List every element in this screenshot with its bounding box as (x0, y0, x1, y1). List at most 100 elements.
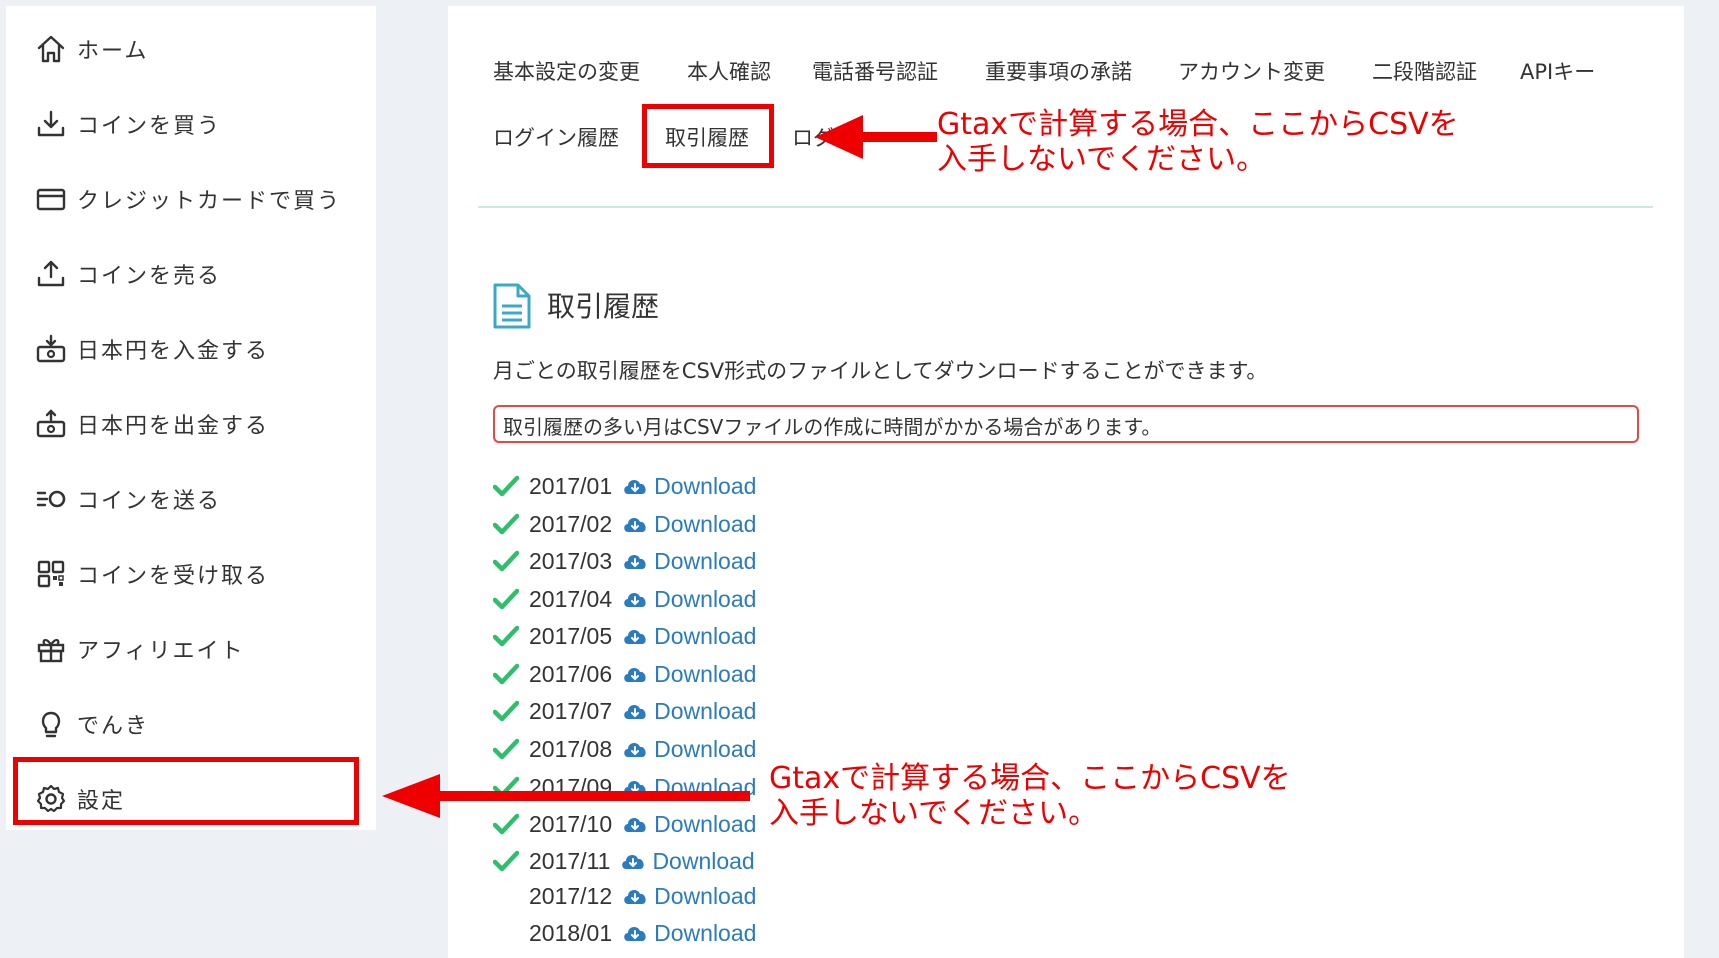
check-icon (493, 475, 519, 497)
cloud-download-icon (624, 927, 646, 941)
download-link[interactable]: Download (654, 473, 756, 500)
month-label: 2017/07 (529, 697, 613, 724)
download-icon (34, 107, 68, 141)
list-item: 2018/01 Download (493, 918, 756, 948)
sidebar-item-withdraw-jpy[interactable]: 日本円を出金する (6, 386, 376, 461)
download-link[interactable]: Download (654, 883, 756, 910)
settings-highlight-box (13, 757, 359, 825)
annotation-top: Gtaxで計算する場合、ここからCSVを 入手しないでください。 (937, 107, 1459, 177)
sidebar-item-label: でんき (77, 713, 150, 739)
sidebar-item-label: 日本円を入金する (77, 338, 270, 364)
list-item: 2017/02 Download (493, 509, 756, 539)
check-icon (493, 700, 519, 722)
upload-icon (34, 257, 68, 291)
cloud-download-icon (624, 593, 646, 607)
sidebar-item-label: 日本円を出金する (77, 413, 270, 439)
deposit-icon (34, 332, 68, 366)
tab-login-history[interactable]: ログイン履歴 (493, 122, 619, 152)
document-icon (493, 283, 531, 329)
month-label: 2017/08 (529, 735, 613, 762)
sidebar-item-receive-coin[interactable]: コインを受け取る (6, 536, 376, 611)
sidebar: ホーム コインを買う クレジットカードで買う コインを売る 日本円を入金する 日… (6, 6, 376, 830)
month-label: 2017/12 (529, 882, 613, 909)
month-label: 2017/03 (529, 547, 613, 574)
sidebar-item-label: ホーム (77, 38, 149, 64)
section-description: 月ごとの取引履歴をCSV形式のファイルとしてダウンロードすることができます。 (493, 359, 1268, 383)
tab-basic-settings[interactable]: 基本設定の変更 (493, 56, 640, 86)
annotation-line: 入手しないでください。 (769, 796, 1099, 831)
notice-box: 取引履歴の多い月はCSVファイルの作成に時間がかかる場合があります。 (493, 405, 1639, 443)
withdraw-icon (34, 407, 68, 441)
arrow-icon (815, 115, 937, 159)
list-item: 2017/12 Download (493, 881, 756, 911)
list-item: 2017/01 Download (493, 471, 756, 501)
list-item: 2017/07 Download (493, 696, 756, 726)
tab-two-factor[interactable]: 二段階認証 (1372, 56, 1477, 86)
sidebar-item-label: コインを送る (77, 488, 222, 514)
sidebar-item-deposit-jpy[interactable]: 日本円を入金する (6, 311, 376, 386)
download-link[interactable]: Download (652, 848, 754, 875)
sidebar-item-label: クレジットカードで買う (77, 188, 342, 214)
tab-phone-verification[interactable]: 電話番号認証 (812, 56, 938, 86)
sidebar-item-label: コインを受け取る (77, 563, 270, 589)
check-icon (493, 625, 519, 647)
cloud-download-icon (624, 743, 646, 757)
check-icon (493, 850, 519, 872)
sidebar-item-label: コインを売る (77, 263, 222, 289)
check-icon (493, 588, 519, 610)
annotation-line: 入手しないでください。 (937, 142, 1267, 177)
tab-account-change[interactable]: アカウント変更 (1178, 56, 1325, 86)
qr-code-icon (34, 557, 68, 591)
list-item: 2017/04 Download (493, 584, 756, 614)
month-label: 2017/11 (529, 847, 611, 874)
list-item: 2017/06 Download (493, 659, 756, 689)
sidebar-item-buy-coin[interactable]: コインを買う (6, 86, 376, 161)
page-title: 取引履歴 (547, 290, 660, 323)
month-label: 2017/02 (529, 510, 613, 537)
sidebar-item-affiliate[interactable]: アフィリエイト (6, 611, 376, 686)
cloud-download-icon (624, 705, 646, 719)
cloud-download-icon (624, 555, 646, 569)
check-icon (493, 738, 519, 760)
sidebar-item-credit-card[interactable]: クレジットカードで買う (6, 161, 376, 236)
download-link[interactable]: Download (654, 920, 756, 947)
home-icon (34, 32, 68, 66)
check-icon (493, 663, 519, 685)
cloud-download-icon (624, 518, 646, 532)
lightbulb-icon (34, 707, 68, 741)
download-link[interactable]: Download (654, 548, 756, 575)
cloud-download-icon (622, 855, 645, 869)
tab-api-key[interactable]: APIキー (1520, 56, 1595, 86)
download-link[interactable]: Download (654, 511, 756, 538)
gift-icon (34, 632, 68, 666)
download-link[interactable]: Download (654, 736, 756, 763)
cloud-download-icon (624, 630, 646, 644)
list-item: 2017/11 Download (493, 846, 755, 876)
check-icon (493, 550, 519, 572)
tab-identity-verification[interactable]: 本人確認 (687, 56, 771, 86)
credit-card-icon (34, 182, 68, 216)
annotation-bottom: Gtaxで計算する場合、ここからCSVを 入手しないでください。 (769, 761, 1291, 831)
cloud-download-icon (624, 890, 646, 904)
cloud-download-icon (624, 668, 646, 682)
annotation-line: Gtaxで計算する場合、ここからCSVを (769, 761, 1291, 796)
arrow-icon (382, 774, 750, 818)
tab-divider (478, 206, 1653, 208)
download-link[interactable]: Download (654, 661, 756, 688)
month-label: 2017/04 (529, 585, 613, 612)
sidebar-item-home[interactable]: ホーム (6, 11, 376, 86)
trade-history-highlight-box (642, 104, 774, 168)
download-link[interactable]: Download (654, 698, 756, 725)
month-label: 2017/01 (529, 472, 613, 499)
list-item: 2017/05 Download (493, 621, 756, 651)
tab-important-terms[interactable]: 重要事項の承諾 (985, 56, 1132, 86)
month-label: 2018/01 (529, 919, 613, 946)
annotation-line: Gtaxで計算する場合、ここからCSVを (937, 107, 1459, 142)
sidebar-item-send-coin[interactable]: コインを送る (6, 461, 376, 536)
sidebar-item-label: アフィリエイト (77, 638, 245, 664)
download-link[interactable]: Download (654, 586, 756, 613)
sidebar-item-sell-coin[interactable]: コインを売る (6, 236, 376, 311)
month-label: 2017/06 (529, 660, 613, 687)
download-link[interactable]: Download (654, 623, 756, 650)
sidebar-item-electricity[interactable]: でんき (6, 686, 376, 761)
